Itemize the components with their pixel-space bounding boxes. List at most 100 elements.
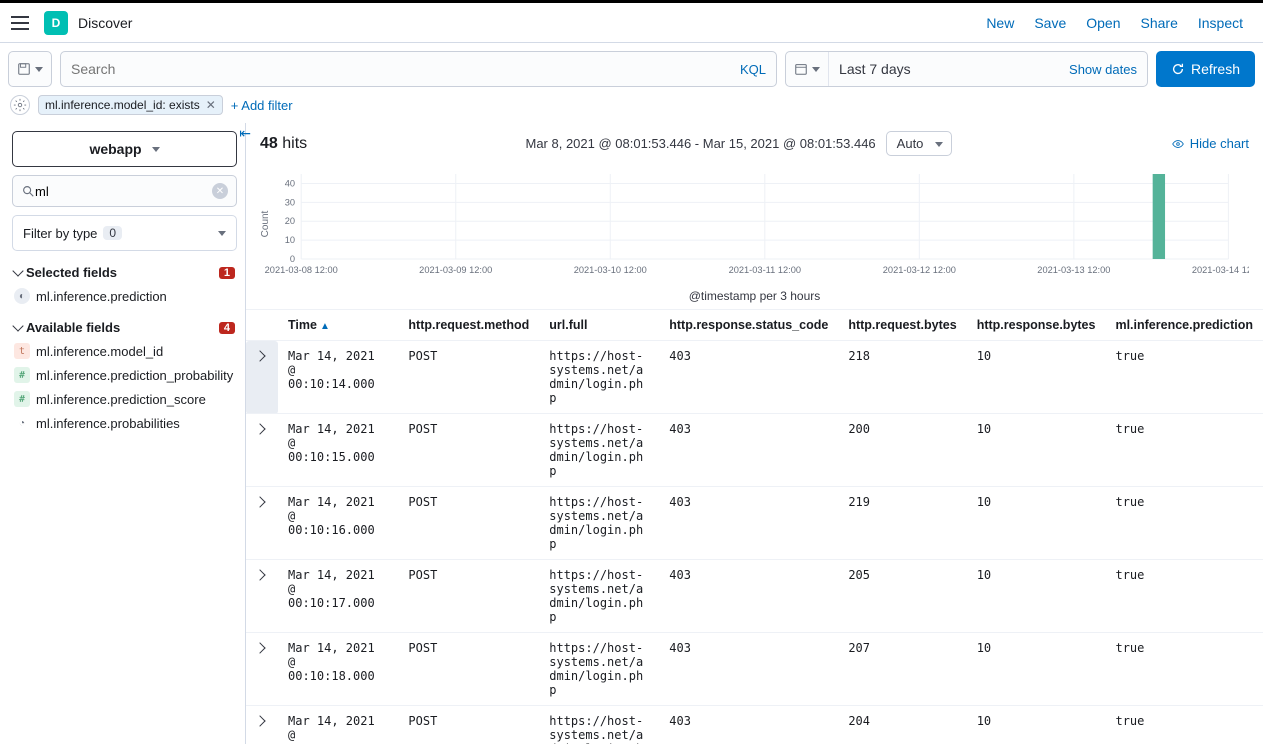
interval-select[interactable]: Auto — [886, 131, 953, 156]
field-name: ml.inference.probabilities — [36, 416, 180, 431]
field-name: ml.inference.prediction — [36, 289, 167, 304]
filter-by-type-button[interactable]: Filter by type 0 — [12, 215, 237, 251]
cell-prediction: true — [1105, 706, 1263, 745]
cell-prediction: true — [1105, 633, 1263, 706]
date-picker[interactable]: Last 7 days Show dates — [785, 51, 1148, 87]
available-fields-header[interactable]: Available fields 4 — [12, 316, 237, 339]
histogram-chart[interactable]: Count0102030402021-03-08 12:002021-03-09… — [246, 164, 1263, 309]
filter-by-type-count: 0 — [103, 226, 122, 240]
search-icon — [21, 184, 35, 198]
refresh-button[interactable]: Refresh — [1156, 51, 1255, 87]
cell-resbytes: 10 — [967, 560, 1106, 633]
field-item[interactable]: t ml.inference.model_id — [12, 339, 237, 363]
time-range-text: Mar 8, 2021 @ 08:01:53.446 - Mar 15, 202… — [525, 136, 875, 151]
cell-reqbytes: 218 — [838, 341, 966, 414]
column-header[interactable]: Time▲ — [278, 310, 398, 341]
content: 48 hits Mar 8, 2021 @ 08:01:53.446 - Mar… — [245, 123, 1263, 744]
unknown-type-icon: ◐ — [14, 288, 30, 304]
column-header[interactable]: ml.inference.prediction — [1105, 310, 1263, 341]
hit-count: 48 hits — [260, 135, 307, 153]
new-link[interactable]: New — [986, 15, 1014, 31]
expand-row-button[interactable] — [246, 560, 278, 633]
expand-row-button[interactable] — [246, 341, 278, 414]
expand-row-button[interactable] — [246, 487, 278, 560]
cell-resbytes: 10 — [967, 633, 1106, 706]
field-item[interactable]: ◐ ml.inference.prediction — [12, 284, 237, 308]
field-search-input[interactable] — [35, 184, 212, 199]
cell-method: POST — [398, 414, 539, 487]
expand-row-button[interactable] — [246, 633, 278, 706]
date-range-text[interactable]: Last 7 days — [829, 61, 1059, 77]
cell-reqbytes: 219 — [838, 487, 966, 560]
cell-status: 403 — [659, 341, 838, 414]
query-input-wrap[interactable]: KQL — [60, 51, 777, 87]
expand-row-button[interactable] — [246, 414, 278, 487]
cell-method: POST — [398, 487, 539, 560]
time-range-display: Mar 8, 2021 @ 08:01:53.446 - Mar 15, 202… — [525, 131, 952, 156]
filter-pill[interactable]: ml.inference.model_id: exists ✕ — [38, 95, 223, 115]
selected-fields-title: Selected fields — [26, 265, 117, 280]
cell-url: https://host-systems.net/admin/login.php — [539, 341, 659, 414]
collapse-sidebar-icon[interactable]: ⇤ — [239, 125, 251, 142]
query-input[interactable] — [71, 61, 740, 77]
svg-text:0: 0 — [290, 254, 295, 264]
table-row: Mar 14, 2021 @ 00:10:15.000POSThttps://h… — [246, 414, 1263, 487]
index-pattern-button[interactable]: webapp — [12, 131, 237, 167]
chevron-down-icon — [35, 67, 43, 72]
selected-fields-count: 1 — [219, 267, 235, 279]
expand-row-button[interactable] — [246, 706, 278, 745]
field-item[interactable]: #ml.inference.prediction_score — [12, 387, 237, 411]
svg-text:2021-03-14 12:00: 2021-03-14 12:00 — [1192, 265, 1249, 275]
top-action-links: New Save Open Share Inspect — [986, 15, 1243, 31]
table-row: Mar 14, 2021 @ 00:10:16.000POSThttps://h… — [246, 487, 1263, 560]
column-header[interactable]: http.response.bytes — [967, 310, 1106, 341]
nested-type-icon: ◔ — [14, 415, 30, 431]
cell-url: https://host-systems.net/admin/login.php — [539, 560, 659, 633]
results-table: Time▲http.request.methodurl.fullhttp.res… — [246, 310, 1263, 744]
column-header[interactable]: http.response.status_code — [659, 310, 838, 341]
cell-method: POST — [398, 706, 539, 745]
show-dates-link[interactable]: Show dates — [1059, 62, 1147, 77]
table-row: Mar 14, 2021 @ 00:10:18.000POSThttps://h… — [246, 633, 1263, 706]
column-header[interactable]: url.full — [539, 310, 659, 341]
svg-text:2021-03-08 12:00: 2021-03-08 12:00 — [265, 265, 338, 275]
svg-text:2021-03-13 12:00: 2021-03-13 12:00 — [1037, 265, 1110, 275]
filter-by-type-label: Filter by type — [23, 226, 97, 241]
clear-icon[interactable]: ✕ — [212, 183, 228, 199]
cell-status: 403 — [659, 706, 838, 745]
column-header[interactable]: http.request.bytes — [838, 310, 966, 341]
cell-time: Mar 14, 2021 @ 00:10:19.000 — [278, 706, 398, 745]
results-table-wrap[interactable]: Time▲http.request.methodurl.fullhttp.res… — [246, 309, 1263, 744]
menu-icon[interactable] — [8, 11, 32, 35]
chevron-down-icon — [152, 147, 160, 152]
open-link[interactable]: Open — [1086, 15, 1120, 31]
query-lang-toggle[interactable]: KQL — [740, 62, 766, 77]
svg-text:40: 40 — [285, 179, 295, 189]
close-icon[interactable]: ✕ — [206, 98, 216, 112]
cell-prediction: true — [1105, 487, 1263, 560]
fields-sidebar: ⇤ webapp ✕ Filter by type 0 Selected fie… — [0, 123, 245, 744]
hide-chart-link[interactable]: Hide chart — [1171, 136, 1249, 151]
selected-fields-header[interactable]: Selected fields 1 — [12, 261, 237, 284]
number-type-icon: # — [14, 391, 30, 407]
text-type-icon: t — [14, 343, 30, 359]
field-item[interactable]: ◔ ml.inference.probabilities — [12, 411, 237, 435]
table-row: Mar 14, 2021 @ 00:10:17.000POSThttps://h… — [246, 560, 1263, 633]
filter-settings-button[interactable] — [10, 95, 30, 115]
save-link[interactable]: Save — [1034, 15, 1066, 31]
cell-prediction: true — [1105, 341, 1263, 414]
share-link[interactable]: Share — [1141, 15, 1178, 31]
eye-icon — [1171, 137, 1185, 151]
cell-reqbytes: 205 — [838, 560, 966, 633]
saved-query-button[interactable] — [8, 51, 52, 87]
field-name: ml.inference.model_id — [36, 344, 163, 359]
inspect-link[interactable]: Inspect — [1198, 15, 1243, 31]
cell-url: https://host-systems.net/admin/login.php — [539, 706, 659, 745]
field-item[interactable]: #ml.inference.prediction_probability — [12, 363, 237, 387]
add-filter-link[interactable]: + Add filter — [231, 98, 293, 113]
field-search-wrap[interactable]: ✕ — [12, 175, 237, 207]
column-header[interactable]: http.request.method — [398, 310, 539, 341]
cell-prediction: true — [1105, 560, 1263, 633]
cell-reqbytes: 204 — [838, 706, 966, 745]
calendar-button[interactable] — [786, 52, 829, 86]
